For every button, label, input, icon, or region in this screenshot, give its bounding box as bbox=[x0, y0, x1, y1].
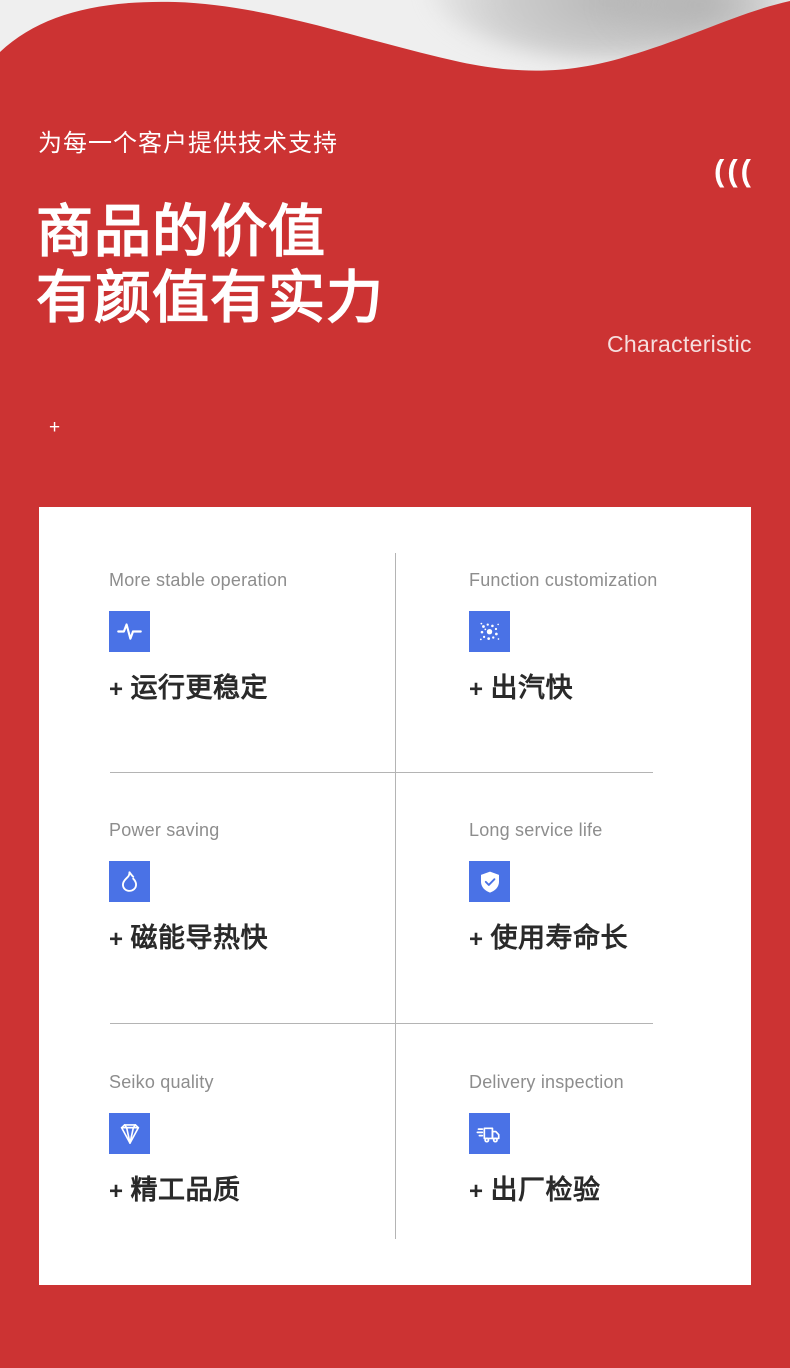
promo-page: 为每一个客户提供技术支持 商品的价值 有颜值有实力 ((( Characteri… bbox=[0, 0, 790, 1368]
feature-card: More stable operation + 运行更稳定 Function cu… bbox=[39, 507, 751, 1285]
feature-plus: + bbox=[469, 676, 484, 703]
feature-plus: + bbox=[469, 1178, 484, 1205]
feature-title: 精工品质 bbox=[130, 1175, 241, 1205]
feature-title-row: + 出厂检验 bbox=[469, 1173, 790, 1209]
feature-title: 运行更稳定 bbox=[130, 673, 269, 703]
feature-title-row: + 使用寿命长 bbox=[469, 921, 790, 957]
feature-subtitle: Delivery inspection bbox=[469, 1072, 624, 1092]
feature-title: 出汽快 bbox=[490, 673, 574, 703]
feature-plus: + bbox=[109, 676, 124, 703]
feature-item-more-stable-operation[interactable]: More stable operation + 运行更稳定 bbox=[109, 569, 449, 707]
hero-headline-line-2: 有颜值有实力 bbox=[36, 266, 384, 330]
feature-subtitle: Function customization bbox=[469, 570, 658, 590]
feature-plus: + bbox=[469, 926, 484, 953]
feature-item-seiko-quality[interactable]: Seiko quality + 精工品质 bbox=[109, 1071, 449, 1209]
feature-title: 磁能导热快 bbox=[130, 923, 269, 953]
delivery-truck-icon bbox=[469, 1113, 510, 1154]
feature-plus: + bbox=[109, 926, 124, 953]
feature-subtitle: Seiko quality bbox=[109, 1072, 214, 1092]
hero-headline-line-1: 商品的价值 bbox=[36, 200, 326, 264]
shield-check-icon bbox=[469, 861, 510, 902]
hero-side-label: Characteristic bbox=[607, 331, 752, 357]
feature-title-row: + 精工品质 bbox=[109, 1173, 449, 1209]
grid-divider-horizontal-1 bbox=[110, 772, 653, 773]
feature-subtitle: Power saving bbox=[109, 820, 220, 840]
diamond-icon bbox=[109, 1113, 150, 1154]
feature-item-delivery-inspection[interactable]: Delivery inspection + 出厂检验 bbox=[469, 1071, 790, 1209]
quote-marks-decoration: ((( bbox=[714, 153, 754, 188]
hero-headline: 商品的价值 有颜值有实力 bbox=[36, 199, 384, 331]
feature-subtitle: Long service life bbox=[469, 820, 603, 840]
hero-eyebrow: 为每一个客户提供技术支持 bbox=[38, 130, 338, 157]
feature-plus: + bbox=[109, 1178, 124, 1205]
feature-item-function-customization[interactable]: Function customization + 出汽快 bbox=[469, 569, 790, 707]
feature-grid: More stable operation + 运行更稳定 Function cu… bbox=[39, 507, 751, 1285]
feature-title: 使用寿命长 bbox=[490, 923, 629, 953]
feature-title-row: + 运行更稳定 bbox=[109, 671, 449, 707]
grid-divider-horizontal-2 bbox=[110, 1023, 653, 1024]
feature-subtitle: More stable operation bbox=[109, 570, 288, 590]
particles-icon bbox=[469, 611, 510, 652]
plus-decoration: + bbox=[49, 417, 61, 438]
feature-title: 出厂检验 bbox=[490, 1175, 601, 1205]
hero-content: 为每一个客户提供技术支持 商品的价值 有颜值有实力 ((( Characteri… bbox=[0, 0, 790, 500]
feature-item-long-service-life[interactable]: Long service life + 使用寿命长 bbox=[469, 819, 790, 957]
feature-item-power-saving[interactable]: Power saving + 磁能导热快 bbox=[109, 819, 449, 957]
feature-title-row: + 出汽快 bbox=[469, 671, 790, 707]
flame-icon bbox=[109, 861, 150, 902]
feature-title-row: + 磁能导热快 bbox=[109, 921, 449, 957]
pulse-icon bbox=[109, 611, 150, 652]
